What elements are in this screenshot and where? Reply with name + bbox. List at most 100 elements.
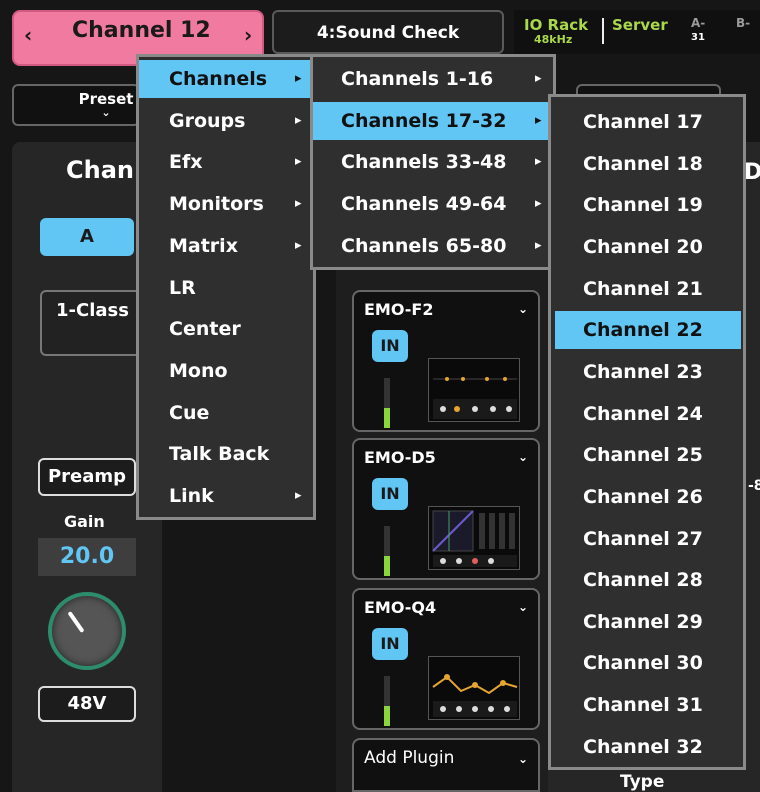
layer-a-button[interactable]: A	[40, 218, 134, 256]
channel-item-label: Channel 21	[583, 277, 703, 300]
channel-item-label: Channel 27	[583, 527, 703, 550]
channel-item-label: Channel 18	[583, 152, 703, 175]
channel-item[interactable]: Channel 24	[555, 395, 741, 433]
range-item[interactable]: Channels 1-16 ▸	[313, 60, 551, 98]
range-item[interactable]: Channels 33-48 ▸	[313, 143, 551, 181]
channel-name: Channel 12	[72, 18, 211, 43]
phantom-power-button[interactable]: 48V	[38, 686, 136, 722]
level-meter	[384, 526, 390, 576]
plugin-thumbnail[interactable]	[428, 358, 520, 422]
channel-item-label: Channel 22	[583, 319, 703, 342]
preamp-button[interactable]: Preamp	[38, 458, 136, 496]
plugin-slot[interactable]: EMO-D5 ⌄ IN	[352, 438, 540, 580]
channel-item-label: Channel 17	[583, 111, 703, 133]
plugin-slot[interactable]: EMO-F2 ⌄ IN	[352, 290, 540, 432]
category-item[interactable]: Link ▸	[139, 477, 310, 515]
category-item-label: Channels	[169, 68, 268, 90]
channel-item[interactable]: Channel 22	[555, 311, 741, 350]
category-item[interactable]: Efx ▸	[139, 143, 310, 181]
preset-button[interactable]: Preset ⌄	[12, 84, 140, 126]
category-item-label: Mono	[169, 359, 228, 382]
gain-knob[interactable]	[48, 592, 126, 670]
submenu-arrow-icon: ▸	[295, 154, 302, 170]
submenu-arrow-icon: ▸	[535, 154, 542, 170]
channel-item[interactable]: Channel 27	[555, 520, 741, 558]
channel-item-label: Channel 28	[583, 569, 703, 592]
category-item-label: Efx	[169, 151, 203, 174]
submenu-arrow-icon: ▸	[535, 112, 542, 128]
channel-range-menu: Channels 1-16 ▸ Channels 17-32 ▸ Channels 33…	[310, 54, 556, 270]
channel-item[interactable]: Channel 29	[555, 603, 741, 641]
range-item-label: Channels 65-80	[341, 234, 507, 257]
submenu-arrow-icon: ▸	[295, 237, 302, 253]
category-item[interactable]: Center	[139, 310, 310, 348]
plugin-in-button[interactable]: IN	[372, 628, 408, 660]
category-item[interactable]: Mono	[139, 352, 310, 390]
io-rack-label: IO Rack	[524, 16, 589, 34]
next-channel-button[interactable]: ›	[244, 23, 252, 47]
category-item[interactable]: Monitors ▸	[139, 185, 310, 223]
sample-rate-label: 48kHz	[534, 33, 573, 46]
divider	[602, 18, 604, 44]
category-item-label: LR	[169, 276, 196, 299]
channel-item[interactable]: Channel 32	[555, 728, 741, 766]
channel-item-label: Channel 25	[583, 444, 703, 467]
prev-channel-button[interactable]: ‹	[24, 23, 32, 47]
submenu-arrow-icon: ▸	[295, 71, 302, 86]
add-plugin-label: Add Plugin	[364, 748, 455, 768]
channel-item[interactable]: Channel 30	[555, 644, 741, 682]
channel-item[interactable]: Channel 26	[555, 478, 741, 516]
add-plugin-button[interactable]: Add Plugin ⌄	[352, 738, 540, 792]
gain-label: Gain	[64, 512, 105, 531]
submenu-arrow-icon: ▸	[295, 196, 302, 212]
category-item-label: Link	[169, 485, 214, 507]
channel-item-label: Channel 24	[583, 402, 703, 425]
channel-item[interactable]: Channel 31	[555, 686, 741, 724]
range-item[interactable]: Channels 17-32 ▸	[313, 101, 551, 140]
category-item[interactable]: Cue	[139, 394, 310, 432]
class-selector[interactable]: 1-Class	[40, 290, 144, 356]
channel-item-label: Channel 29	[583, 610, 703, 633]
range-item[interactable]: Channels 49-64 ▸	[313, 185, 551, 223]
category-item-label: Talk Back	[169, 443, 270, 466]
category-item[interactable]: Channels ▸	[139, 60, 310, 98]
category-item[interactable]: Matrix ▸	[139, 227, 310, 265]
plugin-in-button[interactable]: IN	[372, 478, 408, 510]
plugin-in-button[interactable]: IN	[372, 330, 408, 362]
channel-item-label: Channel 26	[583, 485, 703, 508]
category-item[interactable]: Talk Back	[139, 435, 310, 473]
chevron-down-icon[interactable]: ⌄	[518, 450, 528, 464]
panel-title: Chan	[66, 156, 134, 184]
gain-value[interactable]: 20.0	[38, 538, 136, 576]
io-status[interactable]: IO Rack 48kHz Server A- 31 B-	[514, 10, 760, 54]
channel-item[interactable]: Channel 20	[555, 228, 741, 266]
channel-item[interactable]: Channel 21	[555, 270, 741, 308]
submenu-arrow-icon: ▸	[535, 71, 542, 86]
plugin-slot[interactable]: EMO-Q4 ⌄ IN	[352, 588, 540, 730]
chevron-down-icon[interactable]: ⌄	[518, 600, 528, 614]
category-item-label: Matrix	[169, 234, 238, 257]
category-item[interactable]: Groups ▸	[139, 102, 310, 140]
chevron-down-icon[interactable]: ⌄	[518, 302, 528, 316]
channel-item[interactable]: Channel 25	[555, 436, 741, 474]
meter-b-label: B-	[736, 16, 751, 30]
channel-item-label: Channel 30	[583, 652, 703, 675]
channel-item[interactable]: Channel 19	[555, 186, 741, 224]
range-item-label: Channels 49-64	[341, 193, 507, 216]
category-item-label: Monitors	[169, 193, 264, 216]
plugin-name: EMO-F2	[364, 300, 434, 319]
category-item-label: Groups	[169, 109, 246, 132]
plugin-thumbnail[interactable]	[428, 506, 520, 570]
range-item[interactable]: Channels 65-80 ▸	[313, 227, 551, 265]
range-item-label: Channels 1-16	[341, 68, 494, 90]
meter-a-value: 31	[691, 32, 705, 43]
channel-item[interactable]: Channel 17	[555, 103, 741, 141]
snapshot-button[interactable]: 4:Sound Check	[272, 10, 504, 54]
plugin-thumbnail[interactable]	[428, 656, 520, 720]
channel-item[interactable]: Channel 18	[555, 145, 741, 183]
category-item[interactable]: LR	[139, 269, 310, 307]
channel-item[interactable]: Channel 23	[555, 353, 741, 391]
submenu-arrow-icon: ▸	[295, 488, 302, 503]
target-category-menu: Channels ▸ Groups ▸ Efx ▸ Monitors ▸ Matrix ▸ LR Ce…	[136, 54, 316, 520]
channel-item[interactable]: Channel 28	[555, 561, 741, 599]
